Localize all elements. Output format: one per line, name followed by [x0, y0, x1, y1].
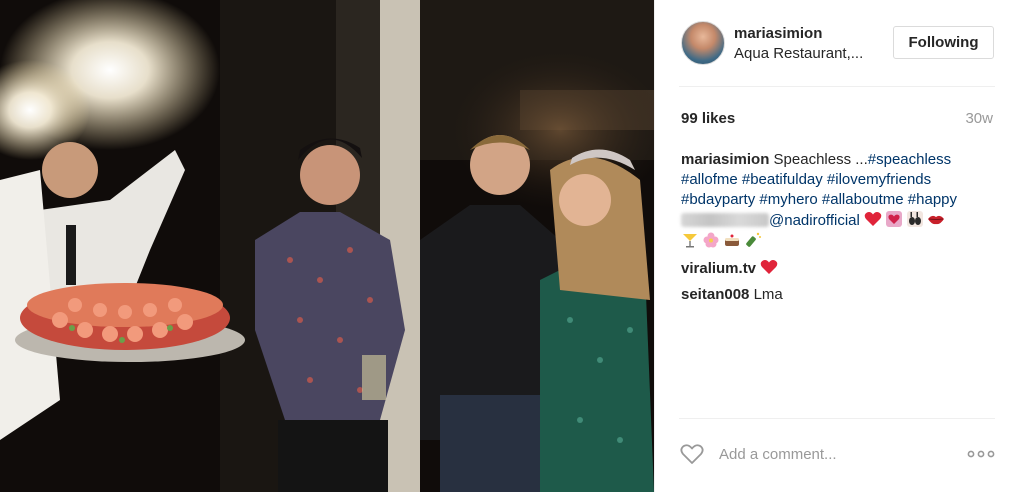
comment-text: Lma: [753, 286, 783, 303]
avatar[interactable]: [681, 21, 725, 65]
comment-username[interactable]: viralium.tv: [681, 260, 756, 277]
champagne-emoji-icon: [746, 232, 761, 247]
blurred-mention: [681, 213, 769, 227]
hashtag-links[interactable]: #allofme #beatifulday #ilovemyfriends: [681, 171, 931, 188]
hashtag-links[interactable]: #bdayparty #myhero #allaboutme #happy: [681, 191, 957, 208]
divider: [679, 418, 995, 419]
bunny-dancers-emoji-icon: [907, 211, 923, 227]
comments-list: mariasimion Speachless ...#speachless #a…: [681, 150, 999, 311]
post-header: mariasimion Aqua Restaurant,... Followin…: [655, 0, 1019, 86]
mention-link[interactable]: @nadirofficial: [769, 212, 860, 229]
party-scene-illustration: [0, 0, 654, 492]
heart-outline-icon[interactable]: [679, 441, 705, 467]
cocktail-emoji-icon: [683, 234, 697, 248]
comment-item: viralium.tv: [681, 258, 999, 279]
more-options-icon[interactable]: [967, 448, 995, 460]
blossom-emoji-icon: [703, 232, 719, 248]
cake-emoji-icon: [725, 234, 739, 246]
caption: mariasimion Speachless ...#speachless #a…: [681, 150, 999, 252]
add-comment-input[interactable]: [719, 443, 939, 465]
comment-username[interactable]: seitan008: [681, 286, 749, 303]
hashtag-link[interactable]: #speachless: [868, 151, 951, 168]
caption-lead: Speachless ...: [773, 151, 868, 168]
caption-username[interactable]: mariasimion: [681, 151, 769, 168]
heart-emoji-icon: [760, 260, 778, 274]
post-photo[interactable]: [0, 0, 654, 492]
comment-item: seitan008 Lma: [681, 285, 999, 305]
post-location[interactable]: Aqua Restaurant,...: [734, 45, 863, 62]
lips-emoji-icon: [928, 215, 944, 225]
heart-emoji-icon: [864, 212, 882, 226]
author-username[interactable]: mariasimion: [734, 25, 822, 42]
post-timestamp[interactable]: 30w: [965, 110, 993, 127]
divider: [679, 86, 995, 87]
likes-count[interactable]: 99 likes: [681, 110, 735, 127]
post-details-panel: mariasimion Aqua Restaurant,... Followin…: [654, 0, 1019, 492]
following-button[interactable]: Following: [893, 26, 994, 59]
heart-decoration-emoji-icon: [886, 211, 902, 227]
